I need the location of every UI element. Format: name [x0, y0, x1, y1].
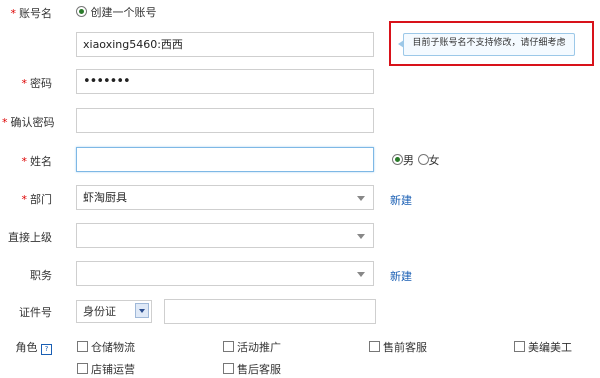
chevron-down-icon	[357, 196, 365, 201]
confirm-password-label: * 确认密码	[2, 114, 55, 130]
chevron-down-icon[interactable]	[135, 303, 149, 318]
name-label-text: 姓名	[30, 155, 52, 168]
account-label-text: 账号名	[19, 7, 52, 20]
supervisor-label: 直接上级	[2, 229, 52, 245]
account-label: * 账号名	[2, 5, 53, 21]
chevron-down-icon	[357, 234, 365, 239]
role-option[interactable]: 售前客服	[369, 339, 427, 355]
checkbox[interactable]	[223, 341, 234, 352]
position-label: 职务	[2, 267, 52, 283]
create-account-radio-icon[interactable]	[76, 6, 87, 17]
department-label-text: 部门	[30, 193, 52, 206]
checkbox[interactable]	[514, 341, 525, 352]
create-account-radio[interactable]: 创建一个账号	[76, 4, 157, 20]
gender-male-label: 男	[403, 154, 414, 167]
role-option[interactable]: 店铺运营	[77, 361, 135, 377]
checkbox[interactable]	[77, 363, 88, 374]
role-option[interactable]: 仓储物流	[77, 339, 135, 355]
gender-female-label: 女	[428, 154, 440, 167]
position-select[interactable]	[76, 261, 374, 286]
checkbox[interactable]	[223, 363, 234, 374]
role-option-label: 仓储物流	[91, 341, 135, 354]
new-position-link[interactable]: 新建	[390, 268, 412, 284]
chevron-down-icon	[357, 272, 365, 277]
role-option-label: 美编美工	[528, 341, 572, 354]
required-star: *	[21, 193, 28, 206]
role-option[interactable]: 活动推广	[223, 339, 281, 355]
confirm-password-input[interactable]	[76, 108, 374, 133]
name-label: * 姓名	[2, 153, 53, 169]
role-option[interactable]: 售后客服	[223, 361, 281, 377]
name-input[interactable]	[76, 147, 374, 172]
help-icon[interactable]: ?	[41, 344, 52, 355]
id-label-text: 证件号	[19, 306, 52, 319]
required-star: *	[21, 155, 28, 168]
role-option-label: 店铺运营	[91, 363, 135, 376]
department-value: 虾淘厨具	[83, 191, 127, 204]
checkbox[interactable]	[77, 341, 88, 352]
id-number-input[interactable]	[164, 299, 376, 324]
position-label-text: 职务	[30, 269, 52, 282]
gender-female-radio[interactable]	[417, 154, 429, 165]
role-label-text: 角色	[15, 341, 38, 354]
password-label-text: 密码	[30, 77, 52, 90]
tip-highlight-box: 目前子账号名不支持修改，请仔细考虑	[389, 21, 594, 66]
gender-group: 男 女	[392, 152, 440, 168]
account-name-input[interactable]: xiaoxing5460:西西	[76, 32, 374, 57]
required-star: *	[10, 7, 17, 20]
confirm-password-label-text: 确认密码	[10, 116, 55, 129]
department-label: * 部门	[2, 191, 53, 207]
role-option-label: 售前客服	[383, 341, 427, 354]
required-star: *	[21, 77, 28, 90]
role-option-label: 活动推广	[237, 341, 281, 354]
required-star: *	[2, 116, 8, 129]
checkbox[interactable]	[369, 341, 380, 352]
password-label: * 密码	[2, 75, 53, 91]
supervisor-select[interactable]	[76, 223, 374, 248]
department-select[interactable]: 虾淘厨具	[76, 185, 374, 210]
supervisor-label-text: 直接上级	[8, 231, 52, 244]
id-type-select[interactable]: 身份证	[76, 300, 152, 323]
id-type-value: 身份证	[83, 305, 116, 318]
role-label: 角色 ?	[2, 339, 52, 355]
role-option[interactable]: 美编美工	[514, 339, 572, 355]
create-account-label: 创建一个账号	[90, 6, 157, 19]
new-department-link[interactable]: 新建	[390, 192, 412, 208]
gender-male-radio[interactable]	[392, 154, 403, 165]
role-option-label: 售后客服	[237, 363, 281, 376]
id-label: 证件号	[2, 304, 52, 320]
password-input[interactable]: •••••••	[76, 69, 374, 94]
account-tip: 目前子账号名不支持修改，请仔细考虑	[398, 33, 575, 56]
